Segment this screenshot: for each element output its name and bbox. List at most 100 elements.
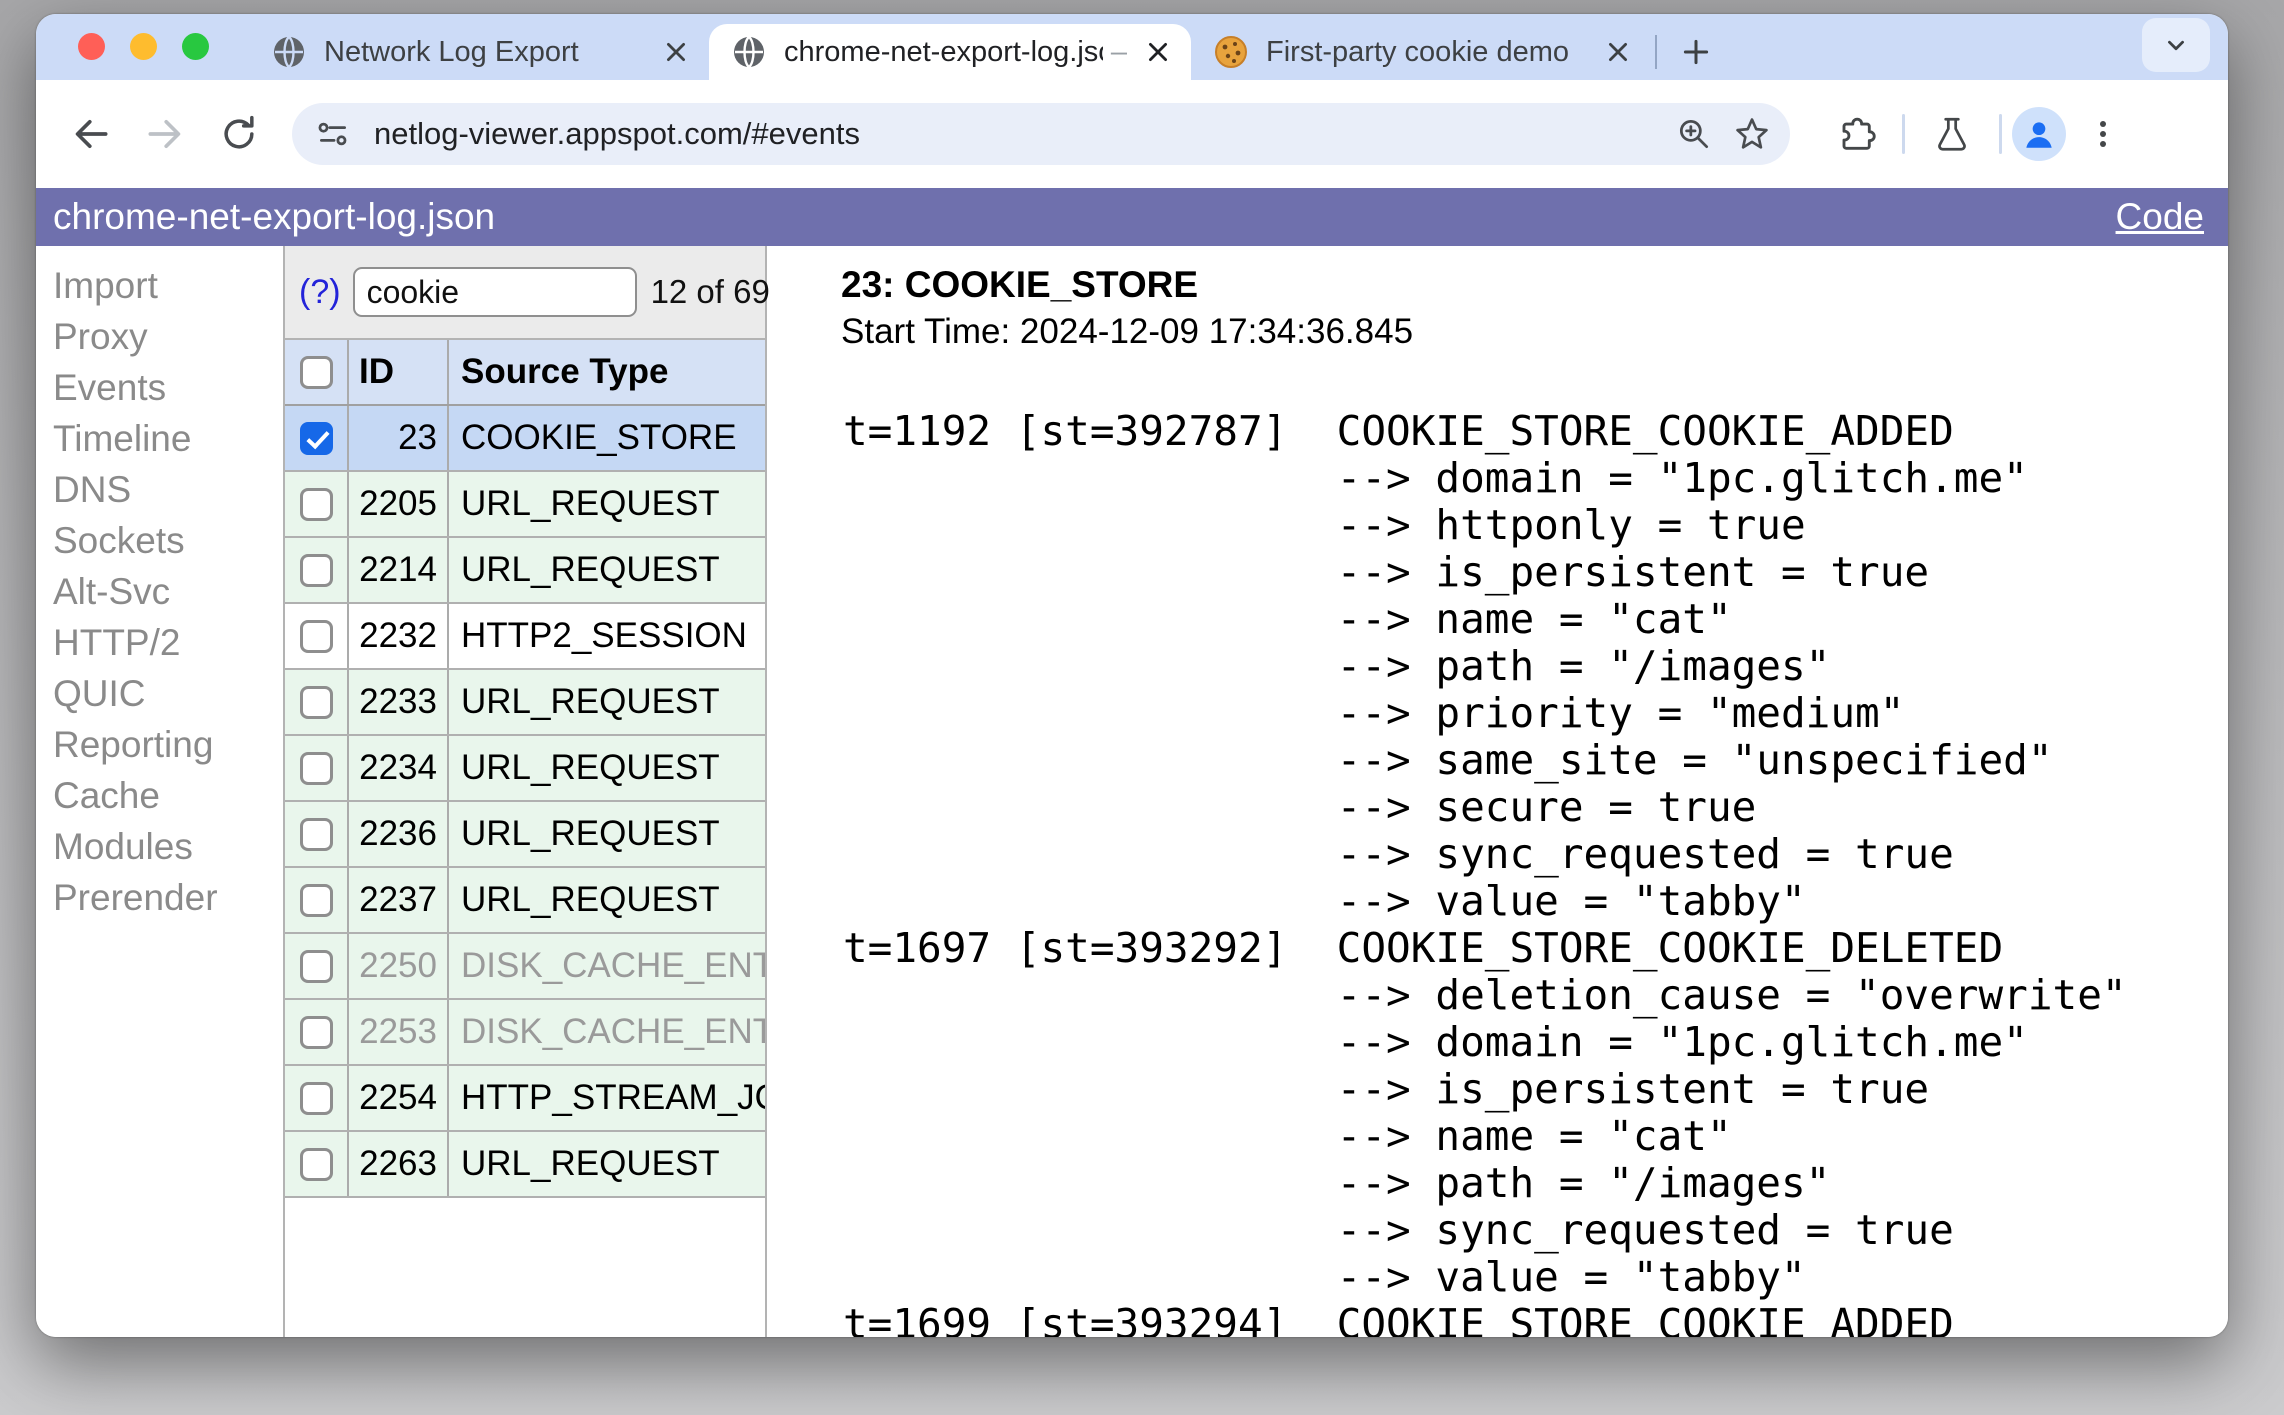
row-id: 23 <box>349 406 449 470</box>
row-checkbox[interactable] <box>299 1015 333 1049</box>
row-checkbox[interactable] <box>299 817 333 851</box>
table-row[interactable]: 2233 URL_REQUEST <box>285 670 765 736</box>
row-checkbox[interactable] <box>299 751 333 785</box>
table-row[interactable]: 2253 DISK_CACHE_ENTRY <box>285 1000 765 1066</box>
row-checkbox-cell <box>285 1066 349 1130</box>
filter-input[interactable] <box>352 267 637 317</box>
row-id: 2263 <box>349 1132 449 1196</box>
row-id: 2250 <box>349 934 449 998</box>
browser-window: Network Log Export chrome-net-export-log… <box>36 14 2228 1337</box>
close-window-button[interactable] <box>78 33 105 60</box>
table-row[interactable]: 2263 URL_REQUEST <box>285 1132 765 1198</box>
filter-help-link[interactable]: (?) <box>299 273 341 312</box>
table-row[interactable]: 2236 URL_REQUEST <box>285 802 765 868</box>
profile-avatar-icon[interactable] <box>2012 107 2066 161</box>
tab-chrome-net-export-log[interactable]: chrome-net-export-log.json – <box>709 24 1191 80</box>
row-id: 2214 <box>349 538 449 602</box>
row-source-type: URL_REQUEST <box>461 748 720 787</box>
row-checkbox-cell <box>285 670 349 734</box>
row-checkbox-cell <box>285 736 349 800</box>
row-id: 2237 <box>349 868 449 932</box>
row-source-type: URL_REQUEST <box>461 880 720 919</box>
site-settings-icon[interactable] <box>314 115 352 153</box>
row-checkbox[interactable] <box>299 487 333 521</box>
row-source-type: DISK_CACHE_ENTRY <box>461 946 765 985</box>
id-column-header: ID <box>349 340 449 404</box>
tab-search-chevron-button[interactable] <box>2142 18 2210 72</box>
forward-button[interactable] <box>136 105 194 163</box>
zoom-in-icon[interactable] <box>1670 110 1718 158</box>
bookmark-star-icon[interactable] <box>1728 110 1776 158</box>
filter-result-count: 12 of 69 <box>650 273 770 310</box>
new-tab-button[interactable] <box>1667 24 1725 80</box>
events-list-panel: (?) 12 of 69 ID Source Type 23 COOKIE_STO… <box>283 246 770 1337</box>
sidebar-item-quic[interactable]: QUIC <box>53 668 283 719</box>
maximize-window-button[interactable] <box>182 33 209 60</box>
tab-first-party-cookie-demo[interactable]: First-party cookie demo <box>1191 24 1651 80</box>
minimize-window-button[interactable] <box>130 33 157 60</box>
table-row[interactable]: 23 COOKIE_STORE <box>285 406 765 472</box>
tab-separator <box>1655 35 1657 69</box>
table-row[interactable]: 2237 URL_REQUEST <box>285 868 765 934</box>
sidebar-item-timeline[interactable]: Timeline <box>53 413 283 464</box>
sidebar-item-events[interactable]: Events <box>53 362 283 413</box>
row-checkbox[interactable] <box>299 553 333 587</box>
row-checkbox[interactable] <box>299 619 333 653</box>
sidebar-item-reporting[interactable]: Reporting <box>53 719 283 770</box>
row-id: 2236 <box>349 802 449 866</box>
tab-network-log-export[interactable]: Network Log Export <box>249 24 709 80</box>
event-detail-panel: 23: COOKIE_STORE Start Time: 2024-12-09 … <box>767 246 2228 1337</box>
select-all-checkbox[interactable] <box>299 355 333 389</box>
loaded-file-title: chrome-net-export-log.json <box>53 196 496 237</box>
row-source-type: URL_REQUEST <box>461 1144 720 1183</box>
row-checkbox[interactable] <box>299 1147 333 1181</box>
sidebar-item-dns[interactable]: DNS <box>53 464 283 515</box>
row-checkbox-cell <box>285 472 349 536</box>
table-row[interactable]: 2205 URL_REQUEST <box>285 472 765 538</box>
tab-close-icon[interactable] <box>1601 35 1635 69</box>
kebab-menu-icon[interactable] <box>2076 107 2130 161</box>
netlog-content: Import Proxy Events Timeline DNS Sockets Alt-S… <box>36 246 2228 1337</box>
table-row[interactable]: 2254 HTTP_STREAM_JOB <box>285 1066 765 1132</box>
sidebar-item-prerender[interactable]: Prerender <box>53 872 283 923</box>
url-text[interactable]: netlog-viewer.appspot.com/#events <box>374 116 1660 152</box>
sidebar-item-modules[interactable]: Modules <box>53 821 283 872</box>
row-checkbox[interactable] <box>299 949 333 983</box>
address-bar[interactable]: netlog-viewer.appspot.com/#events <box>292 103 1790 165</box>
table-row[interactable]: 2234 URL_REQUEST <box>285 736 765 802</box>
row-checkbox[interactable] <box>299 883 333 917</box>
labs-flask-icon[interactable] <box>1925 107 1979 161</box>
row-source-type: HTTP_STREAM_JOB <box>461 1078 765 1117</box>
row-checkbox[interactable] <box>299 685 333 719</box>
table-row[interactable]: 2232 HTTP2_SESSION <box>285 604 765 670</box>
row-checkbox-cell <box>285 406 349 470</box>
sidebar-item-sockets[interactable]: Sockets <box>53 515 283 566</box>
sidebar-item-alt-svc[interactable]: Alt-Svc <box>53 566 283 617</box>
row-checkbox-cell <box>285 934 349 998</box>
toolbar-separator <box>1999 114 2002 154</box>
sidebar-item-proxy[interactable]: Proxy <box>53 311 283 362</box>
table-row[interactable]: 2250 DISK_CACHE_ENTRY <box>285 934 765 1000</box>
back-button[interactable] <box>62 105 120 163</box>
window-controls <box>36 33 249 80</box>
code-link[interactable]: Code <box>2116 196 2204 238</box>
sidebar-item-import[interactable]: Import <box>53 260 283 311</box>
tab-title: Network Log Export <box>324 35 579 68</box>
desktop-background: { "browser": { "tabs": [ {"title": "Netw… <box>0 0 2284 1415</box>
tab-title: chrome-net-export-log.json <box>784 35 1103 68</box>
table-row[interactable]: 2214 URL_REQUEST <box>285 538 765 604</box>
extensions-puzzle-icon[interactable] <box>1828 107 1882 161</box>
sidebar-item-cache[interactable]: Cache <box>53 770 283 821</box>
row-checkbox-checked[interactable] <box>299 421 333 455</box>
events-table-header: ID Source Type <box>285 340 765 406</box>
select-all-cell <box>285 340 349 404</box>
row-checkbox-cell <box>285 868 349 932</box>
tab-close-icon[interactable] <box>1141 35 1175 69</box>
row-id: 2205 <box>349 472 449 536</box>
nav-sidebar: Import Proxy Events Timeline DNS Sockets Alt-S… <box>36 246 283 1337</box>
row-checkbox-cell <box>285 1000 349 1064</box>
tab-close-icon[interactable] <box>659 35 693 69</box>
row-checkbox[interactable] <box>299 1081 333 1115</box>
sidebar-item-http-2[interactable]: HTTP/2 <box>53 617 283 668</box>
reload-button[interactable] <box>210 105 268 163</box>
